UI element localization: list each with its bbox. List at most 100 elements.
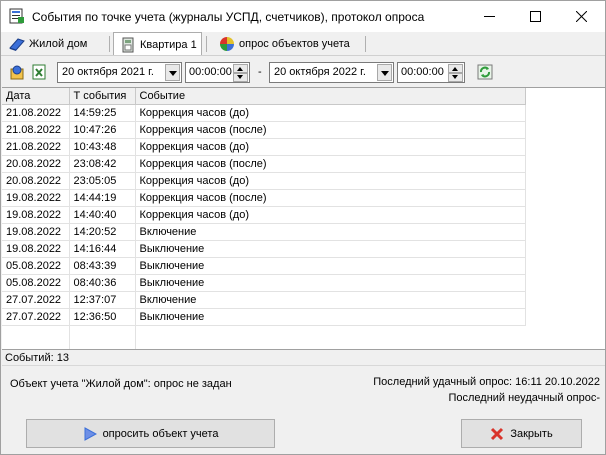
column-header-date[interactable]: Дата	[2, 88, 70, 105]
tab-divider	[109, 36, 110, 52]
cell-time: 14:40:40	[69, 206, 136, 224]
cell-empty	[525, 257, 605, 274]
cell-date: 19.08.2022	[2, 223, 70, 241]
cell-date: 21.08.2022	[2, 121, 70, 139]
cell-time: 14:16:44	[69, 240, 136, 258]
table-row[interactable]: 05.08.2022 08:43:39 Выключение	[2, 257, 605, 275]
time-to-value: 00:00:00	[401, 66, 444, 78]
time-to-spinner[interactable]: 00:00:00	[397, 62, 465, 83]
column-header-event[interactable]: Событие	[135, 88, 526, 105]
tab-polling[interactable]: опрос объектов учета	[219, 32, 364, 56]
table-row[interactable]: 27.07.2022 12:37:07 Включение	[2, 291, 605, 309]
table-row[interactable]: 21.08.2022 10:47:26 Коррекция часов (после…	[2, 121, 605, 139]
grid-body: 21.08.2022 14:59:25 Коррекция часов (до) 21…	[2, 104, 605, 326]
table-row[interactable]: 19.08.2022 14:16:44 Выключение	[2, 240, 605, 258]
spin-down-icon[interactable]	[448, 73, 463, 82]
spin-down-icon[interactable]	[233, 73, 248, 82]
cell-time: 23:08:42	[69, 155, 136, 173]
tab-label: Жилой дом	[29, 38, 88, 50]
table-row[interactable]: 19.08.2022 14:40:40 Коррекция часов (до)	[2, 206, 605, 224]
cell-date: 20.08.2022	[2, 172, 70, 190]
cell-date: 05.08.2022	[2, 257, 70, 275]
cell-time: 08:43:39	[69, 257, 136, 275]
chevron-down-icon[interactable]	[165, 64, 180, 81]
maximize-icon	[530, 11, 541, 22]
poll-object-button[interactable]: опросить объект учета	[26, 419, 275, 448]
meter-icon	[122, 37, 134, 52]
pie-chart-icon	[220, 37, 234, 51]
status-divider	[2, 365, 605, 366]
cell-event: Коррекция часов (до)	[135, 104, 526, 122]
table-row[interactable]: 20.08.2022 23:05:05 Коррекция часов (до)	[2, 172, 605, 190]
cell-event: Выключение	[135, 274, 526, 292]
spin-up-icon[interactable]	[233, 64, 248, 73]
table-row[interactable]: 19.08.2022 14:20:52 Включение	[2, 223, 605, 241]
close-button[interactable]: Закрыть	[461, 419, 582, 448]
cell-date: 21.08.2022	[2, 138, 70, 156]
cell-time: 10:47:26	[69, 121, 136, 139]
refresh-icon[interactable]	[477, 64, 493, 80]
cell-time: 14:20:52	[69, 223, 136, 241]
tab-label: опрос объектов учета	[239, 38, 350, 50]
cell-empty	[525, 240, 605, 257]
table-row[interactable]: 21.08.2022 10:43:48 Коррекция часов (до)	[2, 138, 605, 156]
close-label: Закрыть	[510, 427, 553, 440]
cell-date: 21.08.2022	[2, 104, 70, 122]
cell-date: 19.08.2022	[2, 240, 70, 258]
chevron-down-icon[interactable]	[377, 64, 392, 81]
table-row[interactable]: 19.08.2022 14:44:19 Коррекция часов (после…	[2, 189, 605, 207]
close-window-button[interactable]	[559, 1, 605, 32]
excel-export-icon[interactable]	[31, 64, 47, 80]
events-window: События по точке учета (журналы УСПД, сч…	[0, 0, 606, 455]
column-header-time[interactable]: Т события	[69, 88, 136, 105]
table-row[interactable]: 20.08.2022 23:08:42 Коррекция часов (после…	[2, 155, 605, 173]
cell-time: 12:37:07	[69, 291, 136, 309]
cell-event: Включение	[135, 291, 526, 309]
tab-divider	[365, 36, 366, 52]
cell-date: 20.08.2022	[2, 155, 70, 173]
title-bar: События по точке учета (журналы УСПД, сч…	[1, 1, 605, 32]
date-to-select[interactable]: 20 октября 2022 г.	[269, 62, 394, 83]
events-grid[interactable]: Дата Т события Событие 21.08.2022 14:59:2…	[2, 87, 605, 349]
cell-empty	[525, 189, 605, 206]
poll-object-label: опросить объект учета	[102, 427, 219, 440]
cell-event: Выключение	[135, 308, 526, 326]
cell-event: Коррекция часов (до)	[135, 138, 526, 156]
table-row[interactable]: 05.08.2022 08:40:36 Выключение	[2, 274, 605, 292]
grid-bottom-border	[2, 349, 605, 350]
minimize-icon	[484, 16, 495, 17]
date-from-value: 20 октября 2021 г.	[62, 66, 154, 78]
tab-apartment[interactable]: Квартира 1	[113, 32, 202, 56]
cell-event: Коррекция часов (до)	[135, 172, 526, 190]
date-from-select[interactable]: 20 октября 2021 г.	[57, 62, 182, 83]
cell-time: 23:05:05	[69, 172, 136, 190]
toolbar: 20 октября 2021 г. 00:00:00 - 20 октября…	[1, 58, 605, 86]
column-divider	[135, 105, 136, 349]
close-x-icon	[491, 427, 504, 440]
cell-event: Коррекция часов (после)	[135, 121, 526, 139]
table-row[interactable]: 27.07.2022 12:36:50 Выключение	[2, 308, 605, 326]
events-count: Событий: 13	[5, 352, 69, 364]
cell-date: 27.07.2022	[2, 291, 70, 309]
minimize-button[interactable]	[467, 1, 513, 32]
cell-time: 08:40:36	[69, 274, 136, 292]
cell-date: 19.08.2022	[2, 189, 70, 207]
cell-event: Выключение	[135, 240, 526, 258]
tab-underline	[1, 55, 605, 56]
cell-empty	[525, 172, 605, 189]
maximize-button[interactable]	[513, 1, 559, 32]
cell-empty	[525, 206, 605, 223]
last-success-poll: Последний удачный опрос: 16:11 20.10.202…	[373, 376, 600, 388]
column-divider	[69, 105, 70, 349]
spin-up-icon[interactable]	[448, 64, 463, 73]
table-row[interactable]: 21.08.2022 14:59:25 Коррекция часов (до)	[2, 104, 605, 122]
cell-time: 12:36:50	[69, 308, 136, 326]
cell-empty	[525, 308, 605, 325]
tab-house[interactable]: Жилой дом	[9, 32, 105, 56]
cell-time: 14:59:25	[69, 104, 136, 122]
time-from-spinner[interactable]: 00:00:00	[185, 62, 250, 83]
time-from-value: 00:00:00	[189, 66, 232, 78]
window-title: События по точке учета (журналы УСПД, сч…	[32, 10, 425, 24]
poll-settings-icon[interactable]	[9, 64, 25, 80]
cell-empty	[525, 155, 605, 172]
